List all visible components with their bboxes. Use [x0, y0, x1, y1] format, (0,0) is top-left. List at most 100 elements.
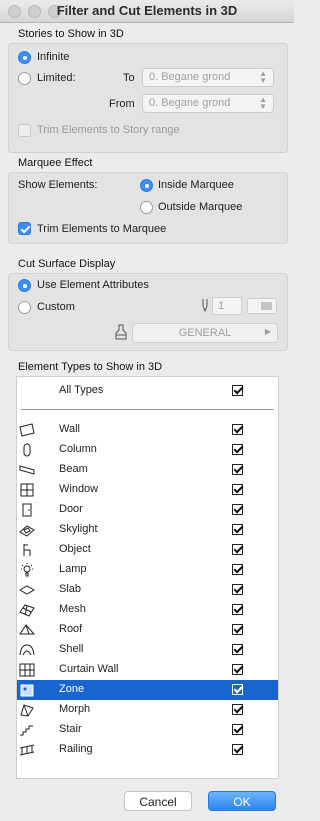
element-type-checkbox[interactable] — [232, 484, 243, 495]
element-type-row[interactable]: Window — [17, 480, 278, 500]
element-type-row[interactable]: Lamp — [17, 560, 278, 580]
window-icon — [20, 483, 34, 497]
to-story-select[interactable]: 0. Begane grond ▲ ▼ — [142, 68, 274, 87]
element-type-label: Shell — [59, 643, 84, 655]
outside-marquee-radio[interactable] — [140, 201, 153, 214]
show-elements-label: Show Elements: — [18, 179, 98, 191]
beam-icon — [19, 465, 35, 475]
element-type-checkbox[interactable] — [232, 684, 243, 695]
element-type-checkbox[interactable] — [232, 564, 243, 575]
element-type-row[interactable]: Curtain Wall — [17, 660, 278, 680]
slab-icon — [19, 585, 35, 595]
element-type-checkbox[interactable] — [232, 504, 243, 515]
custom-label: Custom — [37, 301, 75, 313]
inside-marquee-label: Inside Marquee — [158, 179, 234, 191]
from-story-value: 0. Begane grond — [149, 97, 231, 109]
element-type-label: Object — [59, 543, 91, 555]
element-type-row[interactable]: Door — [17, 500, 278, 520]
element-type-checkbox[interactable] — [232, 744, 243, 755]
title-bar: Filter and Cut Elements in 3D — [0, 0, 294, 23]
wall-icon — [19, 423, 35, 437]
object-icon — [23, 544, 31, 556]
pen-number-field[interactable]: 1 — [212, 297, 242, 315]
element-type-checkbox[interactable] — [232, 424, 243, 435]
trim-story-checkbox[interactable] — [18, 124, 31, 137]
custom-radio[interactable] — [18, 301, 31, 314]
element-type-checkbox[interactable] — [232, 464, 243, 475]
element-type-checkbox[interactable] — [232, 584, 243, 595]
fill-select[interactable]: GENERAL ▶ — [132, 323, 278, 343]
from-story-select[interactable]: 0. Begane grond ▲ ▼ — [142, 94, 274, 113]
all-types-row[interactable]: All Types — [17, 381, 278, 401]
trim-story-label: Trim Elements to Story range — [37, 124, 180, 136]
curtain-wall-icon — [19, 663, 35, 677]
list-divider — [21, 409, 274, 410]
element-type-label: Wall — [59, 423, 80, 435]
element-type-label: Mesh — [59, 603, 86, 615]
all-types-checkbox[interactable] — [232, 385, 243, 396]
all-types-label: All Types — [59, 384, 104, 396]
element-type-checkbox[interactable] — [232, 664, 243, 675]
column-icon — [23, 443, 31, 457]
window-title: Filter and Cut Elements in 3D — [56, 3, 238, 18]
infinite-radio[interactable] — [18, 51, 31, 64]
element-type-row[interactable]: Object — [17, 540, 278, 560]
element-type-row[interactable]: Mesh — [17, 600, 278, 620]
mesh-icon — [19, 604, 35, 617]
cancel-button[interactable]: Cancel — [124, 791, 192, 811]
element-type-label: Lamp — [59, 563, 87, 575]
morph-icon — [20, 704, 34, 717]
element-type-row[interactable]: Morph — [17, 700, 278, 720]
inside-marquee-radio[interactable] — [140, 179, 153, 192]
element-type-checkbox[interactable] — [232, 724, 243, 735]
trim-marquee-checkbox[interactable] — [18, 222, 31, 235]
element-type-label: Zone — [59, 683, 85, 695]
stories-header: Stories to Show in 3D — [18, 28, 124, 40]
element-type-checkbox[interactable] — [232, 604, 243, 615]
types-header: Element Types to Show in 3D — [18, 361, 163, 373]
use-attributes-radio[interactable] — [18, 279, 31, 292]
element-type-label: Railing — [59, 743, 93, 755]
element-type-row[interactable]: Column — [17, 440, 278, 460]
element-type-row[interactable]: Beam — [17, 460, 278, 480]
pen-icon — [202, 299, 208, 313]
element-type-row[interactable]: Zone — [17, 680, 278, 700]
element-type-checkbox[interactable] — [232, 444, 243, 455]
element-type-row[interactable]: Skylight — [17, 520, 278, 540]
element-type-checkbox[interactable] — [232, 704, 243, 715]
element-type-row[interactable]: Stair — [17, 720, 278, 740]
shell-icon — [19, 644, 35, 656]
infinite-label: Infinite — [37, 51, 70, 63]
element-type-row[interactable]: Wall — [17, 420, 278, 440]
element-type-label: Window — [59, 483, 99, 495]
outside-marquee-label: Outside Marquee — [158, 201, 243, 213]
element-type-checkbox[interactable] — [232, 544, 243, 555]
arrow-right-icon: ▶ — [264, 327, 271, 336]
element-types-list: All Types Wall Column Beam Window Door Skylig… — [16, 376, 279, 779]
element-type-checkbox[interactable] — [232, 644, 243, 655]
skylight-icon — [19, 525, 35, 537]
pen-color-picker[interactable] — [247, 298, 277, 314]
element-type-row[interactable]: Slab — [17, 580, 278, 600]
marquee-header: Marquee Effect — [18, 157, 93, 169]
limited-label: Limited: — [37, 72, 76, 84]
cut-header: Cut Surface Display — [18, 258, 116, 270]
ok-button[interactable]: OK — [208, 791, 276, 811]
element-type-checkbox[interactable] — [232, 524, 243, 535]
use-attributes-label: Use Element Attributes — [37, 279, 149, 291]
stair-icon — [20, 725, 33, 736]
trim-marquee-label: Trim Elements to Marquee — [37, 223, 167, 235]
limited-radio[interactable] — [18, 72, 31, 85]
zone-icon — [20, 684, 34, 697]
element-type-row[interactable]: Roof — [17, 620, 278, 640]
element-type-label: Beam — [59, 463, 88, 475]
element-type-row[interactable]: Shell — [17, 640, 278, 660]
element-type-label: Morph — [59, 703, 91, 715]
door-icon — [22, 503, 32, 517]
element-type-row[interactable]: Railing — [17, 740, 278, 760]
element-type-checkbox[interactable] — [232, 624, 243, 635]
element-type-label: Door — [59, 503, 83, 515]
updown-chevron-icon: ▲ ▼ — [259, 69, 267, 85]
roof-icon — [19, 624, 35, 635]
element-type-label: Stair — [59, 723, 82, 735]
